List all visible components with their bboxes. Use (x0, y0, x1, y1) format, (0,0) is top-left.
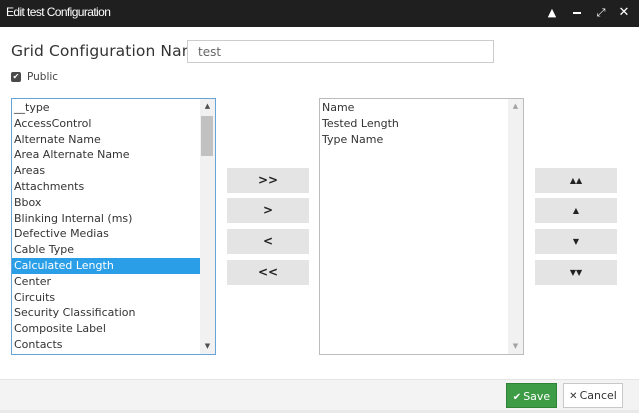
scroll-up-arrow-icon[interactable]: ▲ (200, 99, 215, 114)
public-label: Public (27, 71, 59, 83)
chevron-up-icon[interactable]: ▲ (545, 6, 559, 20)
fullscreen-icon[interactable]: ⤢ (594, 6, 608, 20)
available-fields-list[interactable]: __type AccessControl Alternate Name Area Al… (11, 98, 216, 355)
public-checkbox[interactable]: ✔ (11, 72, 21, 82)
scroll-up-arrow-icon[interactable]: ▲ (508, 99, 523, 114)
list-item[interactable]: Contacts (12, 337, 200, 353)
save-button-label: Save (523, 390, 551, 403)
list-item[interactable]: Defective Medias (12, 226, 200, 242)
checkmark-icon: ✔ (512, 392, 522, 403)
move-up-button[interactable]: ▲ (535, 198, 617, 223)
move-up-icon: ▲ (572, 206, 580, 215)
list-item[interactable]: Circuits (12, 290, 200, 306)
minimize-icon[interactable] (570, 6, 584, 20)
list-item[interactable]: Blinking Internal (ms) (12, 211, 200, 227)
list-item[interactable]: Attachments (12, 179, 200, 195)
list-item[interactable]: Calculated Length (12, 258, 200, 274)
move-to-top-icon: ▲▲ (569, 176, 583, 185)
list-item[interactable]: Alternate Name (12, 132, 200, 148)
list-item[interactable]: Name (320, 100, 508, 116)
close-icon[interactable]: ✕ (617, 6, 631, 20)
list-item[interactable]: Type Name (320, 132, 508, 148)
move-down-icon: ▼ (572, 237, 580, 246)
list-item[interactable]: Center (12, 274, 200, 290)
selected-fields-scrollbar[interactable]: ▲ ▼ (508, 99, 523, 354)
move-bottom-button[interactable]: ▼▼ (535, 260, 617, 285)
add-all-button[interactable]: >> (227, 168, 309, 193)
close-icon: ✕ (569, 391, 578, 402)
list-item[interactable]: Composite Label (12, 321, 200, 337)
cancel-button[interactable]: ✕ Cancel (563, 383, 623, 408)
available-fields-scrollbar[interactable]: ▲ ▼ (200, 99, 215, 354)
list-item[interactable]: Areas (12, 163, 200, 179)
move-top-button[interactable]: ▲▲ (535, 168, 617, 193)
list-item[interactable]: Security Classification (12, 305, 200, 321)
grid-config-name-label: Grid Configuration Name (11, 42, 207, 60)
dialog-titlebar: Edit test Configuration ▲ ⤢ ✕ (0, 0, 639, 27)
list-item[interactable]: Bbox (12, 195, 200, 211)
dialog-title: Edit test Configuration (6, 5, 111, 19)
remove-selected-button[interactable]: < (227, 229, 309, 254)
list-item[interactable]: __type (12, 100, 200, 116)
remove-all-button[interactable]: << (227, 260, 309, 285)
add-selected-button[interactable]: > (227, 198, 309, 223)
scroll-down-arrow-icon[interactable]: ▼ (508, 339, 523, 354)
move-to-bottom-icon: ▼▼ (569, 268, 583, 277)
scrollbar-thumb[interactable] (201, 116, 213, 156)
list-item[interactable]: Area Alternate Name (12, 147, 200, 163)
scroll-down-arrow-icon[interactable]: ▼ (200, 339, 215, 354)
selected-fields-list[interactable]: Name Tested Length Type Name ▲ ▼ (319, 98, 524, 355)
save-button[interactable]: ✔ Save (506, 383, 557, 408)
move-down-button[interactable]: ▼ (535, 229, 617, 254)
cancel-button-label: Cancel (579, 389, 617, 402)
grid-config-name-input[interactable] (187, 40, 494, 63)
list-item[interactable]: Tested Length (320, 116, 508, 132)
list-item[interactable]: AccessControl (12, 116, 200, 132)
list-item[interactable]: Cable Type (12, 242, 200, 258)
